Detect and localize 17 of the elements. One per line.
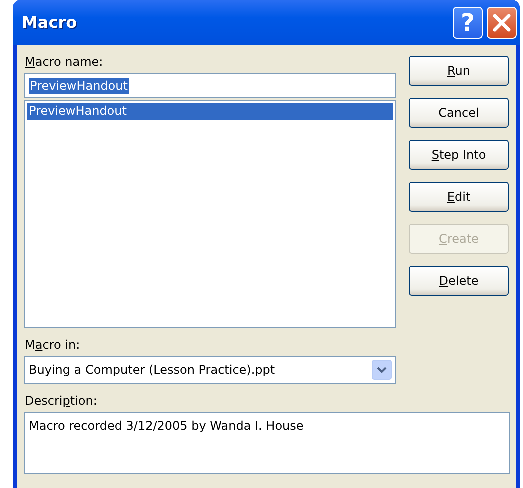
- close-icon: [492, 12, 512, 32]
- dialog-button[interactable]: Edit: [409, 182, 509, 212]
- macro-location-dropdown[interactable]: Buying a Computer (Lesson Practice).ppt: [24, 356, 396, 384]
- window-title: Macro: [22, 13, 78, 32]
- close-button[interactable]: [487, 6, 517, 38]
- field-label: Macro in:: [24, 337, 82, 354]
- dialog-button[interactable]: Run: [409, 56, 509, 86]
- help-button[interactable]: ?: [453, 6, 483, 38]
- field-label: Macro name:: [24, 55, 104, 71]
- dialog-button[interactable]: Step Into: [409, 140, 509, 170]
- macro-list-item[interactable]: PreviewHandout: [27, 103, 393, 120]
- macro-name-field[interactable]: PreviewHandout: [24, 73, 396, 98]
- description-field[interactable]: Macro recorded 3/12/2005 by Wanda I. House: [24, 412, 510, 474]
- dialog-button[interactable]: Cancel: [409, 98, 509, 128]
- field-value: PreviewHandout: [29, 78, 129, 94]
- field-label: Description:: [24, 393, 98, 410]
- dialog-button[interactable]: Delete: [409, 266, 509, 296]
